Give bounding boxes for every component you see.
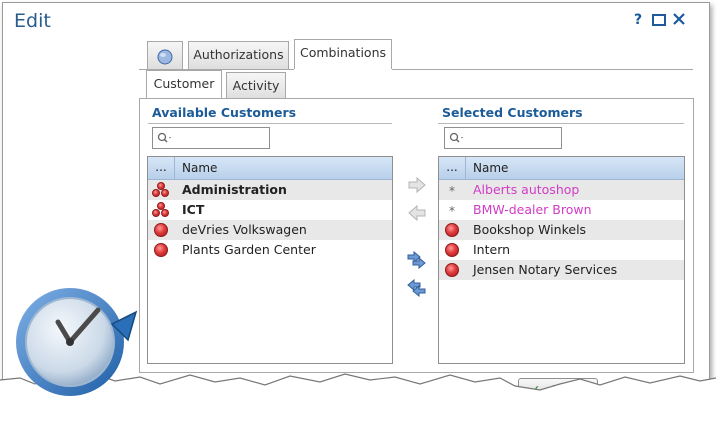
move-right-button[interactable] bbox=[407, 176, 427, 194]
tab-combinations[interactable]: Combinations bbox=[294, 39, 392, 69]
list-item[interactable]: Administration bbox=[148, 180, 392, 200]
available-customers-list[interactable]: ... Name Administration ICT deVries Volk… bbox=[147, 156, 393, 364]
new-item-marker: * bbox=[449, 204, 455, 218]
column-options[interactable]: ... bbox=[439, 157, 466, 179]
double-arrow-left-icon bbox=[407, 278, 426, 298]
customer-icon bbox=[443, 242, 461, 258]
move-all-right-button[interactable] bbox=[407, 250, 427, 270]
list-item[interactable]: * Alberts autoshop bbox=[439, 180, 684, 200]
clock-icon bbox=[16, 288, 138, 396]
list-item[interactable]: Intern bbox=[439, 240, 684, 260]
arrow-right-icon bbox=[408, 176, 426, 194]
selected-customers-title: Selected Customers bbox=[442, 105, 583, 120]
list-header: ... Name bbox=[439, 157, 684, 180]
customer-group-icon bbox=[152, 202, 170, 218]
customer-icon bbox=[152, 222, 170, 238]
list-item[interactable]: ICT bbox=[148, 200, 392, 220]
close-icon[interactable] bbox=[673, 13, 685, 29]
customer-group-icon bbox=[152, 182, 170, 198]
list-item[interactable]: Plants Garden Center bbox=[148, 240, 392, 260]
double-arrow-right-icon bbox=[407, 250, 426, 270]
list-item[interactable]: deVries Volkswagen bbox=[148, 220, 392, 240]
tab-customer[interactable]: Customer bbox=[146, 70, 222, 99]
list-header: ... Name bbox=[148, 157, 392, 180]
customer-icon bbox=[152, 242, 170, 258]
available-search-input[interactable] bbox=[175, 130, 269, 148]
help-button[interactable]: ? bbox=[634, 12, 642, 28]
available-search-field[interactable] bbox=[152, 127, 270, 149]
arrow-left-icon bbox=[408, 204, 426, 222]
search-icon bbox=[157, 132, 173, 147]
selected-customers-list[interactable]: ... Name * Alberts autoshop * BMW-dealer… bbox=[438, 156, 685, 364]
selected-search-input[interactable] bbox=[467, 130, 561, 148]
selected-search-field[interactable] bbox=[444, 127, 562, 149]
search-icon bbox=[449, 132, 465, 147]
new-item-marker: * bbox=[449, 184, 455, 198]
column-name[interactable]: Name bbox=[473, 157, 508, 179]
tab-activity[interactable]: Activity bbox=[226, 72, 286, 99]
maximize-icon[interactable] bbox=[652, 14, 666, 30]
customer-icon bbox=[443, 262, 461, 278]
list-item[interactable]: * BMW-dealer Brown bbox=[439, 200, 684, 220]
available-customers-title: Available Customers bbox=[152, 105, 297, 120]
list-item[interactable]: Bookshop Winkels bbox=[439, 220, 684, 240]
column-name[interactable]: Name bbox=[182, 157, 217, 179]
column-options[interactable]: ... bbox=[148, 157, 175, 179]
move-left-button[interactable] bbox=[407, 204, 427, 222]
list-item[interactable]: Jensen Notary Services bbox=[439, 260, 684, 280]
tab-general[interactable] bbox=[147, 41, 183, 69]
move-all-left-button[interactable] bbox=[407, 278, 427, 298]
tab-authorizations[interactable]: Authorizations bbox=[188, 41, 289, 69]
customer-icon bbox=[443, 222, 461, 238]
dialog-title: Edit bbox=[14, 10, 51, 32]
